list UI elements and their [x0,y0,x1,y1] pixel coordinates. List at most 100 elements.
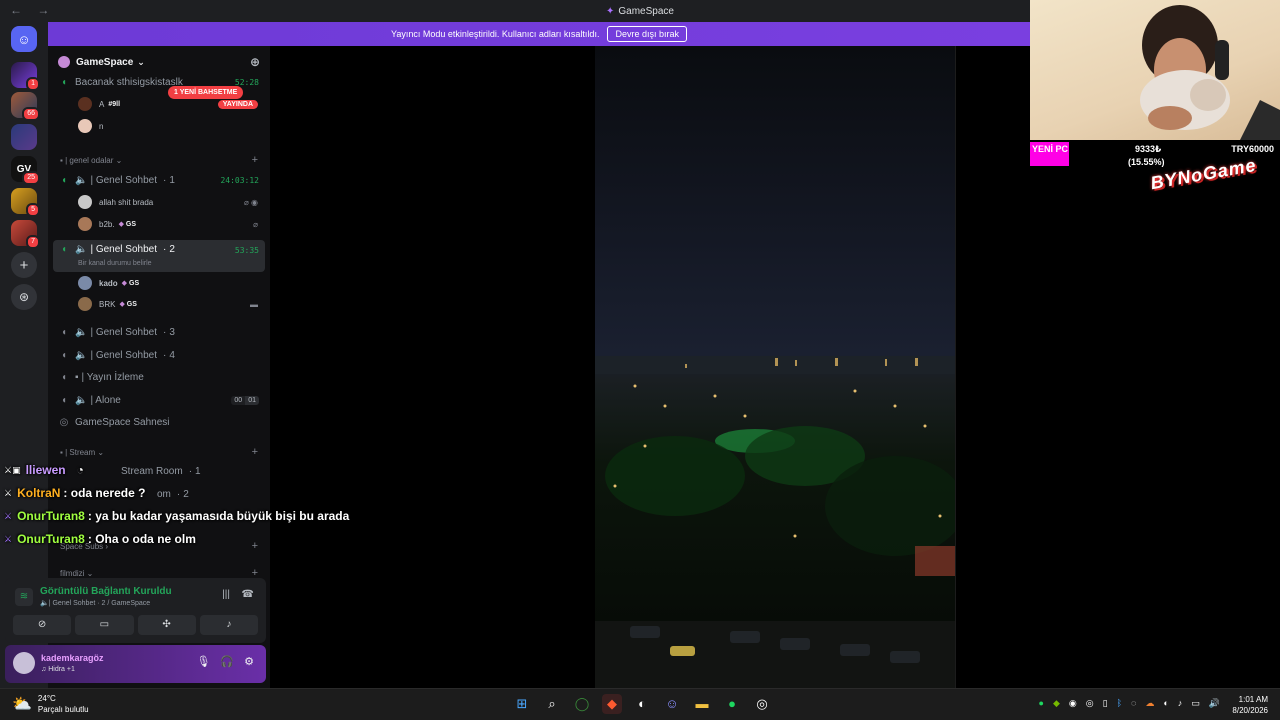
windows-start-icon[interactable]: ⊞ [512,694,532,714]
obs-tray-icon[interactable]: ◎ [1086,698,1094,709]
weather-condition: Parçalı bulutlu [37,705,89,714]
headphones-icon[interactable]: 🎧 [220,655,234,668]
channel-number: 4 [169,349,175,361]
chevron-down-icon[interactable]: ⌄ [137,57,145,68]
goal-percent: (15.55%) [1128,157,1165,167]
search-icon[interactable]: ⌕ [542,694,562,714]
add-channel-icon[interactable]: + [252,540,258,552]
clock[interactable]: 1:01 AM 8/20/2026 [1232,694,1268,716]
server-5[interactable]: 5 [11,188,40,217]
channel-stream-room[interactable]: Stream Room · 1 [53,461,265,481]
channel-number: 3 [169,326,175,338]
gs-drop-icon: ◆ [119,301,125,308]
soundboard-button[interactable]: ♪ [199,615,258,635]
app-tray-icon[interactable]: ◉ [1069,698,1077,709]
channel-stage[interactable]: ◎ GameSpace Sahnesi [53,412,265,432]
channel-alone[interactable]: ◖ 🔈 | Alone 00 01 [53,390,265,410]
server-2[interactable]: 66 [11,92,40,121]
server-badge: 25 [22,171,40,185]
discord-icon[interactable]: ☺ [662,694,682,714]
voice-user[interactable]: allah shit brada ⌀ ◉ [78,193,262,211]
user-limit: 00 01 [231,395,259,405]
channel-number: 1 [195,465,201,477]
signal-icon[interactable]: ≋ [15,588,33,606]
settings-gear-icon[interactable]: ⚙ [244,655,254,668]
noise-suppression-icon[interactable]: ||| [222,589,230,600]
users-icon: ▪ [75,371,79,383]
volume-icon[interactable]: 🔊 [1209,698,1220,709]
category-filmdizi[interactable]: filmdizi ⌄ + [60,567,258,579]
voice-status[interactable]: Görüntülü Bağlantı Kuruldu [40,586,172,597]
usb-icon[interactable]: ▯ [1103,698,1108,709]
file-explorer-icon[interactable]: ▬ [692,694,712,714]
category-label: | Stream [65,448,96,457]
server-name[interactable]: GameSpace [76,57,133,68]
activities-button[interactable]: ✣ [137,615,196,635]
camera-off-button[interactable]: ⊘ [13,615,72,635]
channel-name: Bacanak sthisigskistaslk [75,76,183,88]
cloud-icon[interactable]: ☁ [1145,698,1154,709]
channel-yayin-izleme[interactable]: ◖ ▪ | Yayın İzleme [53,367,265,387]
voice-user[interactable]: b2b. ◆ GS ⌀ [78,215,262,233]
nvidia-icon[interactable]: ◆ [1053,698,1060,709]
weather-widget[interactable]: ⛅ 24°C Parçalı bulutlu [12,693,89,715]
disable-streamer-mode-button[interactable]: Devre dışı bırak [607,26,687,42]
channel-genel-sohbet-3[interactable]: ◖ 🔈 | Genel Sohbet · 3 [53,322,265,342]
user-name: n [99,121,104,131]
channel-genel-sohbet-2[interactable]: ◖ 🔈 | Genel Sohbet · 2 53:35 Bir kanal du… [53,240,265,272]
user-name: b2b. [99,219,115,229]
user-tag: GS [129,280,140,287]
voice-channel-info[interactable]: 🔈| Genel Sohbet · 2 / GameSpace [40,599,150,607]
brave-browser-icon[interactable]: ◆ [602,694,622,714]
add-server-button[interactable]: + [11,252,37,278]
channel-genel-sohbet-1[interactable]: ◖ 🔈 | Genel Sohbet · 1 24:03:12 [53,170,265,190]
discover-button[interactable]: ⊛ [11,284,37,310]
channel-genel-sohbet-4[interactable]: ◖ 🔈 | Genel Sohbet · 4 [53,345,265,365]
server-6[interactable]: 7 [11,220,40,249]
user-status-icons: ⌀ ◉ [243,197,258,207]
chat-badge-icon: ⚔ [4,487,13,498]
channel-status[interactable]: Bir kanal durumu belirle [78,260,152,267]
plus-icon[interactable]: + [11,252,37,278]
xbox-icon[interactable]: ◯ [572,694,592,714]
stream-video[interactable] [595,46,955,688]
channel-timer: 53:35 [234,246,259,255]
add-channel-icon[interactable]: + [252,446,258,458]
avatar[interactable] [13,652,35,674]
add-user-icon[interactable]: ⊕ [250,55,260,69]
network-icon[interactable]: ▭ [1191,698,1200,709]
voice-user[interactable]: BRK ◆ GS ▬ [78,295,262,313]
screen-share-button[interactable]: ▭ [75,615,134,635]
channel-name: GameSpace Sahnesi [75,416,170,428]
chat-badge-icon: ⚔ [4,533,13,544]
voice-server-name: 2 / GameSpace [101,600,151,607]
category-stream[interactable]: ▪ | Stream ⌄ + [60,446,258,458]
voice-user[interactable]: n [78,117,262,135]
user-panel-name[interactable]: kademkaragöz [41,653,104,663]
spotify-icon[interactable]: ● [722,694,742,714]
category-genel-odalar[interactable]: ▪ | genel odalar ⌄ + [60,154,258,166]
voice-user[interactable]: kado ◆ GS [78,274,262,292]
server-gamespace[interactable]: 1 [11,62,40,91]
server-gv[interactable]: GV 25 [11,156,40,185]
mic-tray-icon[interactable]: ♪ [1178,698,1183,709]
steam-tray-icon[interactable]: ◐ [1163,698,1168,709]
voice-icon: ◖ [60,244,68,255]
discord-home-icon[interactable]: ☺ [11,26,37,52]
add-channel-icon[interactable]: + [252,154,258,166]
avatar [78,119,92,133]
disconnect-icon[interactable]: ☎ [242,589,254,600]
new-mention-badge[interactable]: 1 YENİ BAHSETME [168,86,244,99]
tray-app-icon[interactable]: ◌ [1131,698,1136,709]
server-3[interactable] [11,124,37,150]
voice-connection-panel: ≋ Görüntülü Bağlantı Kuruldu 🔈| Genel So… [5,578,266,643]
channel-name: | Yayın İzleme [81,371,144,383]
spotify-tray-icon[interactable]: ● [1039,698,1044,709]
compass-icon[interactable]: ⊛ [11,284,37,310]
bluetooth-icon[interactable]: ᛒ [1117,698,1122,709]
microphone-icon[interactable]: 🎙 [196,655,210,668]
chat-badge-icon: ⚔ [4,510,13,521]
voice-icon: ◖ [60,394,68,406]
steam-icon[interactable]: ◐ [632,694,652,714]
obs-icon[interactable]: ◎ [752,694,772,714]
